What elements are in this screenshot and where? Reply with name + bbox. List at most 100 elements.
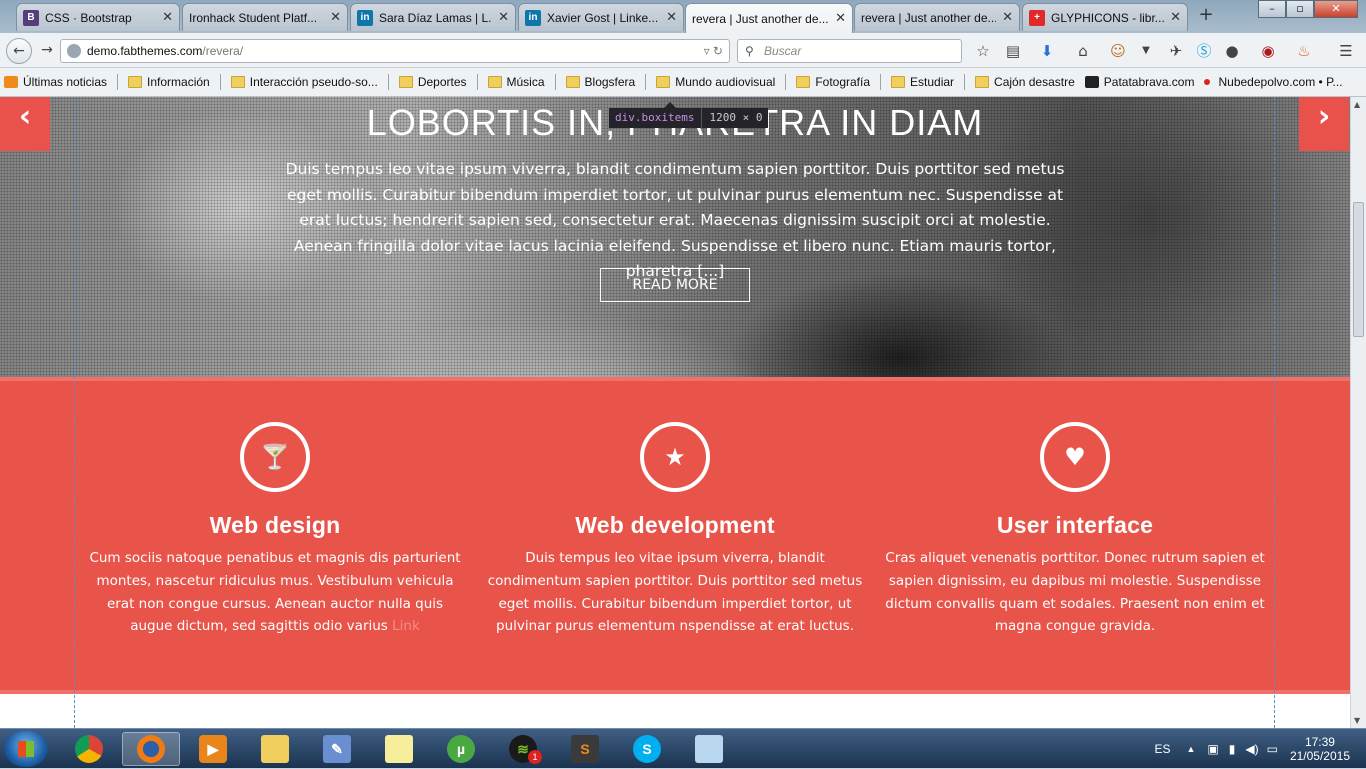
taskbar-media-player[interactable]: ▶ [184, 732, 242, 766]
url-bar[interactable]: demo.fabthemes.com/revera/ ▿ ↻ [60, 39, 730, 63]
clock[interactable]: 17:39 21/05/2015 [1290, 735, 1350, 763]
close-tab-icon[interactable]: ✕ [498, 10, 509, 25]
bookmark-star-icon[interactable]: ☆ [973, 41, 993, 61]
skype-icon[interactable]: Ⓢ [1194, 41, 1214, 61]
close-tab-icon[interactable]: ✕ [1170, 10, 1181, 25]
tab-revera-active[interactable]: revera | Just another de... ✕ [685, 3, 853, 33]
show-hidden-icons-icon[interactable]: ▲ [1186, 744, 1195, 754]
close-tab-icon[interactable]: ✕ [666, 10, 677, 25]
folder-explorer-icon [261, 735, 289, 763]
close-tab-icon[interactable]: ✕ [330, 10, 341, 25]
linkedin-icon: in [525, 9, 541, 26]
battery-icon[interactable]: ▭ [1267, 742, 1278, 756]
skype-icon: S [633, 735, 661, 763]
flame-icon[interactable]: ♨ [1294, 41, 1314, 61]
home-icon[interactable]: ⌂ [1073, 41, 1093, 61]
taskbar-snipping-tool[interactable] [680, 732, 738, 766]
dot-icon [1204, 79, 1211, 85]
slider-next-button[interactable]: › [1299, 97, 1349, 151]
tab-ironhack[interactable]: Ironhack Student Platf... ✕ [182, 3, 348, 31]
new-tab-button[interactable]: + [1196, 4, 1216, 28]
vertical-scrollbar[interactable]: ▲ ▼ [1350, 97, 1366, 728]
close-tab-icon[interactable]: ✕ [835, 11, 846, 26]
rss-icon [4, 76, 18, 88]
download-icon[interactable]: ⬇ [1037, 41, 1057, 61]
folder-icon [891, 76, 906, 88]
close-tab-icon[interactable]: ✕ [162, 10, 173, 25]
forward-button[interactable]: → [34, 38, 60, 64]
send-icon[interactable]: ✈ [1166, 41, 1186, 61]
bookmark-musica[interactable]: Música [487, 75, 545, 89]
service-text: Duis tempus leo vitae ipsum viverra, bla… [487, 550, 863, 635]
addon-dropdown-icon[interactable]: ▼ [1136, 41, 1156, 61]
search-placeholder: Buscar [764, 44, 802, 58]
tab-sara-diaz[interactable]: in Sara Díaz Lamas | L... ✕ [350, 3, 516, 31]
tab-xavier-gost[interactable]: in Xavier Gost | Linke... ✕ [518, 3, 684, 31]
taskbar-sublime[interactable]: S [556, 732, 614, 766]
inspector-tag: div.boxitems [615, 111, 695, 124]
service-user-interface: ♥ User interface Cras aliquet venenatis … [885, 381, 1265, 638]
scroll-down-icon[interactable]: ▼ [1354, 716, 1360, 725]
url-path: /revera/ [202, 44, 244, 58]
search-bar[interactable]: ⚲ Buscar [737, 39, 962, 63]
close-tab-icon[interactable]: ✕ [1002, 10, 1013, 25]
glass-icon: 🍸 [240, 422, 310, 492]
tab-css-bootstrap[interactable]: B CSS · Bootstrap ✕ [16, 3, 180, 31]
bookmark-cajon-desastre[interactable]: Cajón desastre [975, 75, 1075, 89]
folder-icon [487, 76, 502, 88]
slider-prev-button[interactable]: ‹ [0, 97, 50, 151]
linkedin-icon: in [357, 9, 373, 26]
bookmark-nubedepolvo[interactable]: Nubedepolvo.com • P... [1204, 75, 1343, 89]
windows-logo-icon [18, 741, 34, 757]
language-indicator[interactable]: ES [1154, 742, 1170, 756]
volume-icon[interactable]: ◀) [1245, 742, 1258, 756]
network-signal-icon[interactable]: ▮ [1229, 742, 1236, 756]
minimize-button[interactable]: – [1258, 0, 1286, 18]
paint-icon: ✎ [323, 735, 351, 763]
bookmark-ultimas-noticias[interactable]: Últimas noticias [4, 75, 107, 89]
menu-icon[interactable]: ☰ [1336, 41, 1356, 61]
maximize-button[interactable]: ▫ [1286, 0, 1314, 18]
taskbar-skype[interactable]: S [618, 732, 676, 766]
addon-face-icon[interactable]: ☺ [1108, 41, 1128, 61]
reading-list-icon[interactable]: ▤ [1003, 41, 1023, 61]
service-title: Web development [575, 512, 775, 538]
taskbar-paint[interactable]: ✎ [308, 732, 366, 766]
scroll-thumb[interactable] [1353, 202, 1364, 337]
media-player-icon: ▶ [199, 735, 227, 763]
bookmark-estudiar[interactable]: Estudiar [891, 75, 954, 89]
service-link[interactable]: Link [392, 618, 420, 634]
bookmark-patatabrava[interactable]: Patatabrava.com [1084, 75, 1194, 89]
scroll-up-icon[interactable]: ▲ [1354, 100, 1360, 109]
bookmark-deportes[interactable]: Deportes [398, 75, 467, 89]
start-button[interactable] [4, 731, 48, 767]
hero-slider: LOBORTIS IN, PHARETRA IN DIAM Duis tempu… [0, 97, 1350, 377]
separator [476, 74, 478, 90]
taskbar-chrome[interactable] [60, 732, 118, 766]
taskbar-spotify[interactable]: ≋ 1 [494, 732, 552, 766]
bookmark-interaccion[interactable]: Interacción pseudo-so... [230, 75, 378, 89]
tab-glyphicons[interactable]: + GLYPHICONS - libr... ✕ [1022, 3, 1188, 31]
chat-icon[interactable]: ● [1222, 41, 1242, 61]
action-center-icon[interactable]: ▣ [1207, 742, 1218, 756]
taskbar-sticky-notes[interactable] [370, 732, 428, 766]
bookmark-mundo-audiovisual[interactable]: Mundo audiovisual [656, 75, 775, 89]
bookmark-label: Información [147, 75, 210, 89]
bookmark-label: Estudiar [910, 75, 955, 89]
windows-taskbar: ▶ ✎ µ ≋ 1 S S ES ▲ ▣ ▮ ◀) ▭ 17:39 21/05/2… [0, 728, 1366, 768]
back-button[interactable]: ← [6, 38, 32, 64]
taskbar-explorer[interactable] [246, 732, 304, 766]
close-window-button[interactable]: ✕ [1314, 0, 1358, 18]
bookmark-blogsfera[interactable]: Blogsfera [565, 75, 635, 89]
read-more-button[interactable]: READ MORE [600, 268, 750, 302]
bookmark-fotografia[interactable]: Fotografía [796, 75, 870, 89]
separator [645, 74, 647, 90]
taskbar-utorrent[interactable]: µ [432, 732, 490, 766]
ublock-icon[interactable]: ◉ [1258, 41, 1278, 61]
bookmark-informacion[interactable]: Información [128, 75, 210, 89]
separator [785, 74, 787, 90]
section-divider [0, 690, 1350, 728]
reload-icon[interactable]: ▿ ↻ [704, 40, 723, 62]
taskbar-firefox[interactable] [122, 732, 180, 766]
tab-revera[interactable]: revera | Just another de... ✕ [854, 3, 1020, 31]
